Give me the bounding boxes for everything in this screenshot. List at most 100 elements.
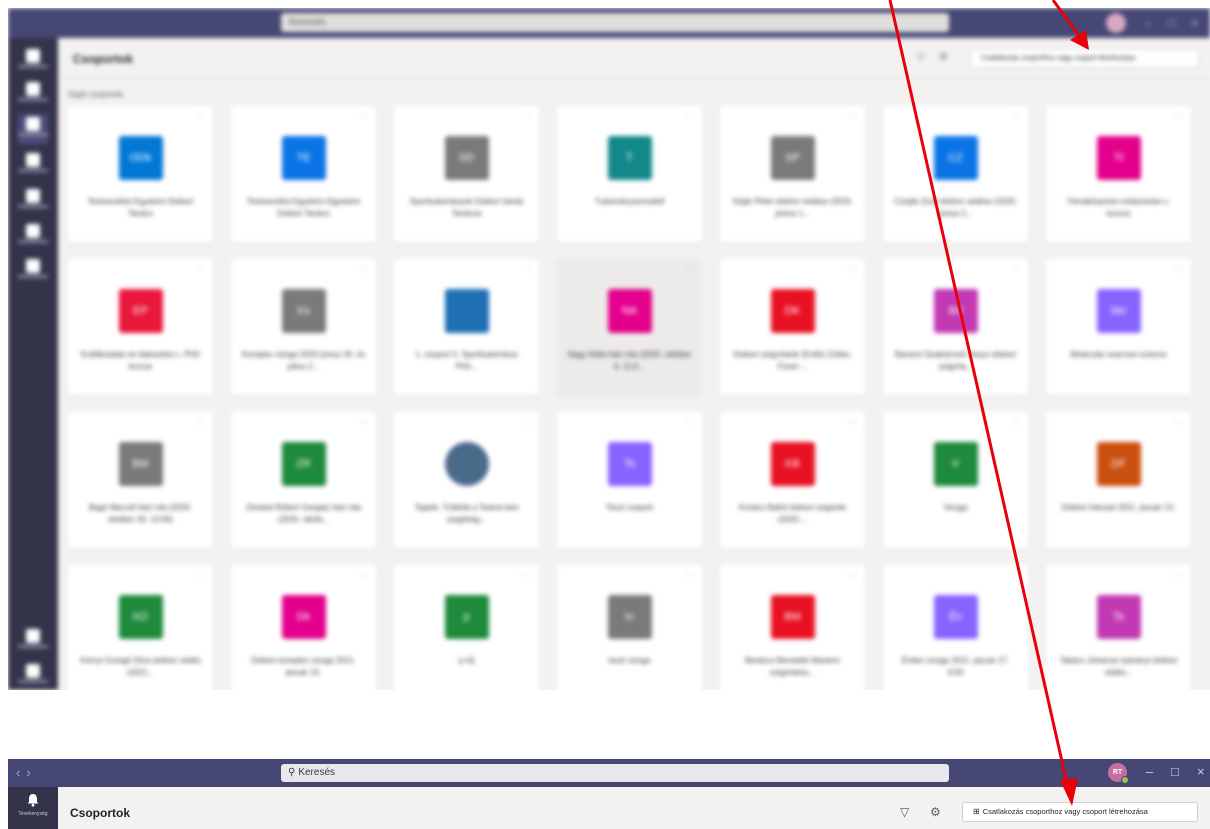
top-avatar[interactable] — [1106, 13, 1126, 33]
team-card[interactable]: ··· ZR Zöndrai Róbert Gergely házi vita (2… — [231, 412, 376, 548]
team-avatar: Mo — [1096, 289, 1141, 333]
join-create-team-button[interactable]: ⊞ Csatlakozás csoporthoz vagy csoport lét… — [962, 802, 1198, 822]
more-options-icon[interactable]: ··· — [359, 569, 368, 579]
rail-calendar-icon[interactable] — [18, 150, 48, 180]
team-card[interactable]: ··· Bd Baranni Szabolcsok Vezyo doktori sz… — [883, 259, 1028, 395]
more-options-icon[interactable]: ··· — [1174, 416, 1183, 426]
more-options-icon[interactable]: ··· — [848, 110, 857, 120]
team-card[interactable]: ··· NA Nagy Attila házi vita (2020. októbe… — [557, 259, 702, 395]
top-section-label[interactable]: Saját csoportok — [68, 90, 123, 99]
more-options-icon[interactable]: ··· — [1174, 110, 1183, 120]
search-icon: ⚲ — [288, 767, 296, 778]
team-card[interactable]: ··· Év Évfam vizsga 2021. január 27. 9:00 — [883, 565, 1028, 690]
team-card[interactable]: ··· KD Környi Grzegh Dóra doktori védés (2… — [68, 565, 213, 690]
team-card[interactable]: ··· Mo Molecular exercise science — [1046, 259, 1191, 395]
top-filter-icon[interactable]: ▽ — [917, 52, 925, 63]
more-options-icon[interactable]: ··· — [522, 569, 531, 579]
top-maximize-icon[interactable]: □ — [1168, 16, 1175, 30]
team-card[interactable]: ··· BM Bardoco Benedek Mariann szigorlatos… — [720, 565, 865, 690]
team-card[interactable]: ··· 1. csoport II. Sporttudományi PhD... — [394, 259, 539, 395]
rail-activity-icon[interactable] — [18, 46, 48, 76]
more-options-icon[interactable]: ··· — [359, 263, 368, 273]
maximize-icon[interactable]: □ — [1171, 764, 1179, 779]
filter-icon[interactable]: ▽ — [900, 805, 909, 819]
team-card[interactable]: ··· KB Kovács Balint doktori szigorlat (20… — [720, 412, 865, 548]
rail-apps-icon[interactable] — [18, 256, 48, 286]
team-card[interactable]: ··· EP Erdélkutatás és fejlesztési c. PhD … — [68, 259, 213, 395]
team-card[interactable]: ··· DK Doktori szigorlatok (Erdős Zoltán, … — [720, 259, 865, 395]
team-card[interactable]: ··· TE Testnevelési Egyetem Egyetemi Dokto… — [231, 106, 376, 242]
team-card[interactable]: ··· tv teszt vizsga — [557, 565, 702, 690]
rail-apps-bottom-icon[interactable] — [18, 626, 48, 656]
top-page-title: Csoportok — [73, 52, 133, 66]
team-card[interactable]: ··· V Vizsga — [883, 412, 1028, 548]
team-card[interactable]: ··· Ts Teszt csoport — [557, 412, 702, 548]
forward-arrow-icon[interactable]: › — [26, 765, 36, 780]
rail-teams-icon[interactable] — [18, 114, 48, 144]
top-minimize-icon[interactable]: – — [1145, 16, 1152, 30]
team-card[interactable]: ··· CZ Czirják Zsolt doktori védése (2020.… — [883, 106, 1028, 242]
team-name: Testnevelési Egyetem Egyetemi Doktori Ta… — [246, 197, 361, 218]
more-options-icon[interactable]: ··· — [196, 263, 205, 273]
search-input[interactable]: ⚲ Keresés — [281, 764, 949, 782]
team-name: Kovács Balint doktori szigorlat (2020...… — [739, 503, 846, 524]
team-name: Szijár Péter doktori védése (2020. júniu… — [732, 197, 853, 218]
more-options-icon[interactable]: ··· — [685, 569, 694, 579]
more-options-icon[interactable]: ··· — [196, 416, 205, 426]
back-arrow-icon[interactable]: ‹ — [16, 765, 26, 780]
team-card[interactable]: ··· Tippek, Trükkök a Teams-ben (segítség… — [394, 412, 539, 548]
more-options-icon[interactable]: ··· — [848, 263, 857, 273]
more-options-icon[interactable]: ··· — [685, 110, 694, 120]
more-options-icon[interactable]: ··· — [196, 110, 205, 120]
top-join-create-button[interactable]: Csatlakozás csoporthoz vagy csoport létr… — [970, 48, 1200, 68]
team-name: 1. csoport II. Sporttudományi PhD... — [415, 350, 518, 371]
more-options-icon[interactable]: ··· — [522, 110, 531, 120]
team-card[interactable]: ··· SP Szijár Péter doktori védése (2020. … — [720, 106, 865, 242]
rail-calls-icon[interactable] — [18, 221, 48, 251]
team-avatar: CZ — [933, 136, 978, 180]
more-options-icon[interactable]: ··· — [1011, 416, 1020, 426]
more-options-icon[interactable]: ··· — [848, 416, 857, 426]
team-card[interactable]: ··· SD Sporttudományok Doktori Iskola Taná… — [394, 106, 539, 242]
team-card[interactable]: ··· DF Doktori fokozat 2021. január 13. — [1046, 412, 1191, 548]
top-gear-icon[interactable]: ⚙ — [939, 52, 948, 63]
rail-help-icon[interactable] — [18, 661, 48, 690]
team-name: Bardoco Benedek Mariann szigorlatos... — [745, 656, 840, 677]
team-card[interactable]: ··· T Tudományosmodell — [557, 106, 702, 242]
join-team-icon: ⊞ — [973, 807, 980, 816]
more-options-icon[interactable]: ··· — [359, 416, 368, 426]
team-card[interactable]: ··· Tt Témakörpontú módszertan c. kurzus — [1046, 106, 1191, 242]
blurred-content: Keresés – □ × Csoportok ▽ ⚙ Csatlakozás … — [8, 8, 1210, 690]
team-avatar: Ks — [281, 289, 326, 333]
team-name: Évfam vizsga 2021. január 27. 9:00 — [901, 656, 1010, 677]
more-options-icon[interactable]: ··· — [1174, 569, 1183, 579]
close-icon[interactable]: × — [1197, 764, 1205, 779]
team-card[interactable]: ··· BM Bagó Marcell házi vita (2020. októb… — [68, 412, 213, 548]
more-options-icon[interactable]: ··· — [1011, 110, 1020, 120]
team-avatar: T — [607, 136, 652, 180]
rail-files-icon[interactable] — [18, 186, 48, 216]
gear-icon[interactable]: ⚙ — [930, 805, 941, 819]
more-options-icon[interactable]: ··· — [1011, 263, 1020, 273]
more-options-icon[interactable]: ··· — [1011, 569, 1020, 579]
team-card[interactable]: ··· Dk Doktori komplex vizsga 2021. január… — [231, 565, 376, 690]
more-options-icon[interactable]: ··· — [685, 263, 694, 273]
team-card[interactable]: ··· Ks Komplex vizsga 2020 június 30. és j… — [231, 259, 376, 395]
team-card[interactable]: ··· p p.r0j — [394, 565, 539, 690]
minimize-icon[interactable]: – — [1146, 764, 1153, 779]
more-options-icon[interactable]: ··· — [848, 569, 857, 579]
top-close-icon[interactable]: × — [1191, 16, 1198, 30]
team-card[interactable]: ··· Ts Takács Johanna nyitványi doktori vé… — [1046, 565, 1191, 690]
more-options-icon[interactable]: ··· — [196, 569, 205, 579]
team-avatar — [444, 442, 489, 486]
more-options-icon[interactable]: ··· — [522, 263, 531, 273]
more-options-icon[interactable]: ··· — [522, 416, 531, 426]
more-options-icon[interactable]: ··· — [1174, 263, 1183, 273]
team-avatar — [444, 289, 489, 333]
top-search-box[interactable]: Keresés — [281, 13, 949, 32]
more-options-icon[interactable]: ··· — [359, 110, 368, 120]
more-options-icon[interactable]: ··· — [685, 416, 694, 426]
team-card[interactable]: ··· ODk Testnevelési Egyetem Doktori Tanác… — [68, 106, 213, 242]
team-avatar: Év — [933, 595, 978, 639]
rail-chat-icon[interactable] — [18, 79, 48, 109]
